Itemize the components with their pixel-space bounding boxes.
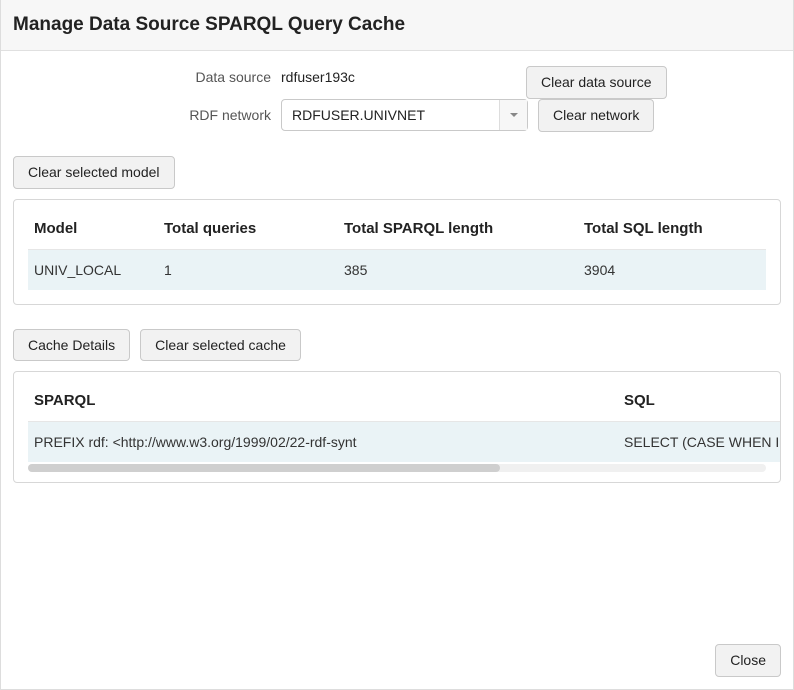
data-source-value: rdfuser193c — [281, 69, 355, 85]
dialog-footer: Close — [1, 633, 793, 689]
models-col-total-sparql-length: Total SPARQL length — [338, 212, 578, 250]
models-col-total-sql-length: Total SQL length — [578, 212, 766, 250]
clear-selected-cache-button[interactable]: Clear selected cache — [140, 329, 301, 362]
models-header-row: Model Total queries Total SPARQL length … — [28, 212, 766, 250]
models-table: Model Total queries Total SPARQL length … — [28, 212, 766, 290]
dialog-body: Data source rdfuser193c Clear data sourc… — [1, 51, 793, 633]
rdf-network-label: RDF network — [13, 107, 271, 123]
table-row[interactable]: UNIV_LOCAL 1 385 3904 — [28, 249, 766, 290]
dialog: Manage Data Source SPARQL Query Cache Da… — [0, 0, 794, 690]
cache-header-row: SPARQL SQL — [28, 384, 780, 422]
cell-sparql: PREFIX rdf: <http://www.w3.org/1999/02/2… — [28, 422, 618, 463]
cache-table: SPARQL SQL PREFIX rdf: <http://www.w3.or… — [28, 384, 780, 462]
data-source-label: Data source — [13, 69, 271, 85]
models-col-model: Model — [28, 212, 158, 250]
rdf-network-row: RDF network RDFUSER.UNIVNET Clear networ… — [13, 99, 781, 132]
cell-total-sql-length: 3904 — [578, 249, 766, 290]
clear-network-button[interactable]: Clear network — [538, 99, 654, 132]
cache-details-button[interactable]: Cache Details — [13, 329, 130, 362]
cache-buttons-row: Cache Details Clear selected cache — [13, 329, 781, 362]
cache-panel: SPARQL SQL PREFIX rdf: <http://www.w3.or… — [13, 371, 781, 483]
table-row[interactable]: PREFIX rdf: <http://www.w3.org/1999/02/2… — [28, 422, 780, 463]
cell-total-sparql-length: 385 — [338, 249, 578, 290]
models-panel: Model Total queries Total SPARQL length … — [13, 199, 781, 305]
cell-model: UNIV_LOCAL — [28, 249, 158, 290]
rdf-network-select-value: RDFUSER.UNIVNET — [282, 100, 499, 130]
cache-col-sparql: SPARQL — [28, 384, 618, 422]
cell-sql: SELECT (CASE WHEN INSTR(S,'\') > 0 THEN … — [618, 422, 780, 463]
scrollbar-thumb[interactable] — [28, 464, 500, 472]
chevron-down-icon — [499, 100, 527, 130]
dialog-title: Manage Data Source SPARQL Query Cache — [13, 14, 781, 36]
cell-total-queries: 1 — [158, 249, 338, 290]
horizontal-scrollbar[interactable] — [28, 464, 766, 472]
models-col-total-queries: Total queries — [158, 212, 338, 250]
rdf-network-select[interactable]: RDFUSER.UNIVNET — [281, 99, 528, 131]
clear-data-source-button[interactable]: Clear data source — [526, 66, 667, 99]
close-button[interactable]: Close — [715, 644, 781, 677]
clear-selected-model-button[interactable]: Clear selected model — [13, 156, 175, 189]
data-source-row: Data source rdfuser193c Clear data sourc… — [13, 69, 781, 85]
title-bar: Manage Data Source SPARQL Query Cache — [1, 0, 793, 51]
cache-col-sql: SQL — [618, 384, 780, 422]
